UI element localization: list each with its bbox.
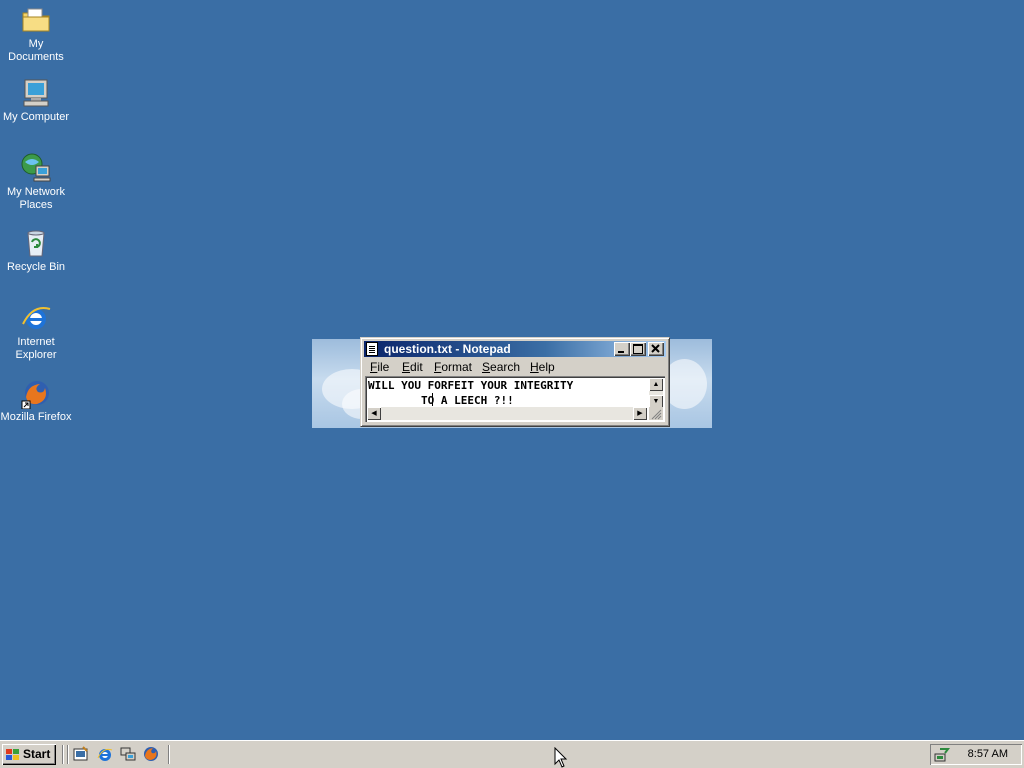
- resize-grip-icon: [651, 409, 662, 420]
- desktop-icon-label: Internet Explorer: [15, 336, 57, 361]
- network-icon[interactable]: [120, 746, 136, 762]
- menu-help[interactable]: Help: [530, 360, 555, 374]
- text-caret: [432, 393, 433, 406]
- notepad-window[interactable]: question.txt - Notepad File Edit Format …: [360, 337, 670, 427]
- desktop-icon-label: My Network Places: [6, 186, 66, 211]
- scroll-right-button[interactable]: ▶: [633, 407, 647, 420]
- text-line: TO A LEECH ?!!: [368, 394, 514, 407]
- show-desktop-icon[interactable]: [73, 746, 89, 762]
- minimize-button[interactable]: [614, 342, 630, 356]
- internet-explorer-icon: [20, 302, 52, 334]
- internet-explorer-icon[interactable]: [97, 746, 113, 762]
- clock[interactable]: 8:57 AM: [968, 748, 1008, 760]
- desktop-icon-my-documents[interactable]: My Documents: [0, 4, 72, 64]
- start-button[interactable]: Start: [2, 744, 56, 765]
- menu-format[interactable]: Format: [434, 360, 472, 374]
- text-line: WILL YOU FORFEIT YOUR INTEGRITY: [368, 379, 574, 392]
- taskbar-separator: [67, 745, 69, 764]
- network-icon: [20, 152, 52, 184]
- recycle-bin-icon: [20, 227, 52, 259]
- menu-bar: File Edit Format Search Help: [364, 358, 666, 376]
- scroll-up-button[interactable]: ▲: [649, 378, 663, 391]
- desktop-icon-label: My Documents: [8, 38, 64, 63]
- mouse-cursor-icon: [554, 747, 568, 768]
- firefox-icon[interactable]: [143, 746, 159, 762]
- windows-flag-icon: [6, 749, 20, 761]
- desktop-icon-my-computer[interactable]: My Computer: [0, 77, 72, 124]
- desktop-icon-label: My Computer: [2, 111, 70, 123]
- desktop-icon-recycle-bin[interactable]: Recycle Bin: [0, 227, 72, 274]
- folder-documents-icon: [20, 4, 52, 36]
- start-label: Start: [23, 747, 51, 761]
- desktop-icon-mozilla-firefox[interactable]: Mozilla Firefox: [0, 377, 72, 424]
- notepad-icon[interactable]: [366, 342, 378, 356]
- vertical-scrollbar[interactable]: ▲ ▼: [649, 378, 663, 408]
- menu-search[interactable]: Search: [482, 360, 520, 374]
- desktop-icon-label: Mozilla Firefox: [0, 411, 72, 423]
- editor-content[interactable]: WILL YOU FORFEIT YOUR INTEGRITY TO A LEE…: [368, 378, 648, 408]
- maximize-button[interactable]: [630, 342, 646, 356]
- taskbar: Start 8:57 AM: [0, 740, 1024, 768]
- firefox-icon: [20, 377, 52, 410]
- window-title: question.txt - Notepad: [384, 342, 511, 356]
- system-tray: 8:57 AM: [930, 744, 1022, 765]
- desktop-icon-internet-explorer[interactable]: Internet Explorer: [0, 302, 72, 362]
- menu-file[interactable]: File: [370, 360, 389, 374]
- title-bar[interactable]: question.txt - Notepad: [364, 341, 666, 357]
- taskbar-separator: [168, 745, 170, 764]
- desktop-icon-my-network-places[interactable]: My Network Places: [0, 152, 72, 212]
- taskbar-separator: [62, 745, 64, 764]
- resize-grip[interactable]: [649, 407, 663, 420]
- computer-icon: [20, 77, 52, 109]
- scroll-left-button[interactable]: ◀: [367, 407, 381, 420]
- horizontal-scrollbar[interactable]: ◀ ▶: [367, 407, 647, 420]
- close-button[interactable]: [648, 342, 664, 356]
- network-tray-icon[interactable]: [934, 747, 950, 763]
- close-icon: [651, 344, 660, 353]
- menu-edit[interactable]: Edit: [402, 360, 423, 374]
- desktop-icon-label: Recycle Bin: [6, 261, 66, 273]
- text-editor[interactable]: WILL YOU FORFEIT YOUR INTEGRITY TO A LEE…: [365, 376, 665, 422]
